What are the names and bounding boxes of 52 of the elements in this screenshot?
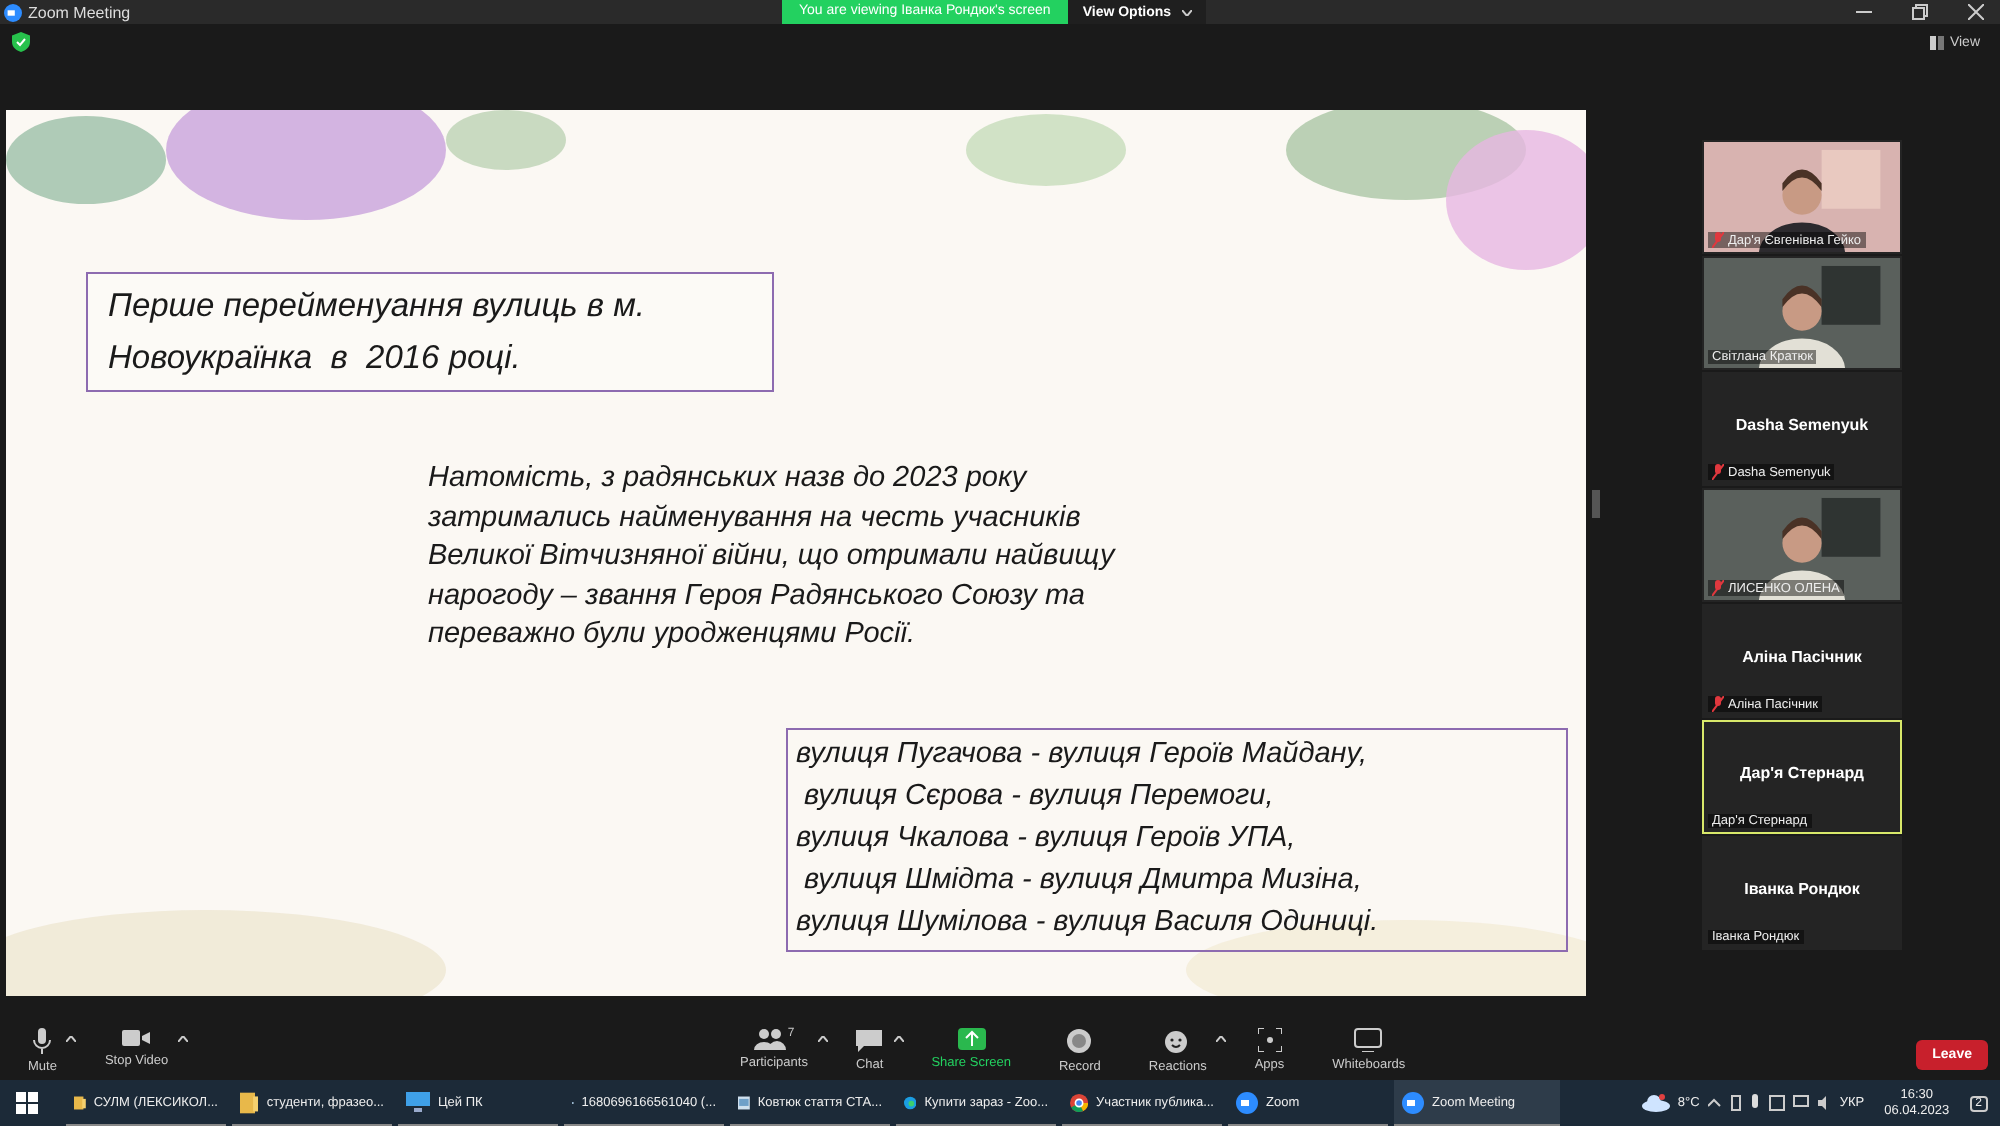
close-icon[interactable] bbox=[1967, 4, 1984, 20]
paragraph-line: Великої Вітчизняної війни, що отримали найвищу bbox=[428, 538, 1118, 576]
paragraph-line: затримались найменування на честь учасників bbox=[428, 499, 1083, 537]
participant-name-large: Іванка Рондюк bbox=[1744, 880, 1860, 898]
restore-icon[interactable] bbox=[1911, 4, 1928, 20]
caret-icon[interactable] bbox=[178, 1035, 189, 1041]
windows-start-icon[interactable] bbox=[16, 1092, 38, 1114]
browser-icon bbox=[1070, 1091, 1089, 1113]
street-line: вулиця Шумілова - вулиця Василя Одиниці. bbox=[796, 903, 1381, 941]
paragraph-line: переважно були уродженцями Росії. bbox=[428, 616, 918, 654]
record-icon bbox=[1066, 1027, 1093, 1053]
caret-icon[interactable] bbox=[817, 1035, 828, 1041]
folder-icon bbox=[240, 1091, 259, 1113]
street-line: вулиця Шмідта - вулиця Дмитра Мизіна, bbox=[802, 861, 1364, 899]
street-line: вулиця Пугачова - вулиця Героїв Майдану, bbox=[796, 735, 1370, 773]
whiteboard-icon bbox=[1354, 1027, 1383, 1051]
participant-name-large: Дар'я Стернард bbox=[1740, 764, 1864, 782]
window-title: Zoom Meeting bbox=[28, 3, 131, 21]
computer-icon bbox=[406, 1092, 430, 1112]
participant-name-large: Dasha Semenyuk bbox=[1735, 416, 1869, 434]
zoom-logo-icon bbox=[1402, 1091, 1424, 1113]
chat-icon bbox=[856, 1027, 883, 1051]
layout-icon bbox=[1929, 35, 1944, 49]
muted-mic-icon bbox=[1712, 232, 1724, 248]
microphone-icon bbox=[32, 1027, 53, 1053]
caret-icon[interactable] bbox=[1216, 1035, 1227, 1041]
smiley-icon bbox=[1164, 1027, 1191, 1053]
slide-title-line: Перше перейменуання вулиць в м. bbox=[108, 286, 648, 328]
participant-name-large: Аліна Пасічник bbox=[1742, 648, 1862, 666]
caret-icon[interactable] bbox=[893, 1035, 904, 1041]
camera-icon bbox=[122, 1027, 151, 1047]
tray-icons-drawing[interactable] bbox=[1707, 1094, 1832, 1112]
caret-icon[interactable] bbox=[66, 1035, 77, 1041]
folder-icon bbox=[74, 1091, 86, 1113]
share-screen-icon bbox=[957, 1027, 986, 1049]
apps-icon bbox=[1257, 1027, 1282, 1051]
zoom-logo-icon bbox=[4, 3, 22, 21]
muted-mic-icon bbox=[1712, 696, 1724, 712]
paragraph-line: нарогоду – звання Героя Радянського Союзу та bbox=[428, 577, 1087, 615]
browser-icon bbox=[904, 1091, 917, 1113]
shield-icon[interactable] bbox=[12, 32, 30, 52]
people-icon bbox=[753, 1027, 786, 1049]
slide-title-line: Новоукраїнка в 2016 році. bbox=[108, 338, 523, 380]
street-line: вулиця Чкалова - вулиця Героїв УПА, bbox=[796, 819, 1298, 857]
muted-mic-icon bbox=[1712, 464, 1724, 480]
split-handle[interactable] bbox=[1592, 490, 1600, 518]
street-line: вулиця Сєрова - вулиця Перемоги, bbox=[802, 777, 1276, 815]
weather-cloud-icon bbox=[1641, 1094, 1670, 1112]
paragraph-line: Натомість, з радянських назв до 2023 року bbox=[428, 460, 1030, 498]
muted-mic-icon bbox=[1712, 580, 1724, 596]
zoom-logo-icon bbox=[1236, 1091, 1258, 1113]
chevron-down-icon bbox=[1182, 9, 1193, 15]
